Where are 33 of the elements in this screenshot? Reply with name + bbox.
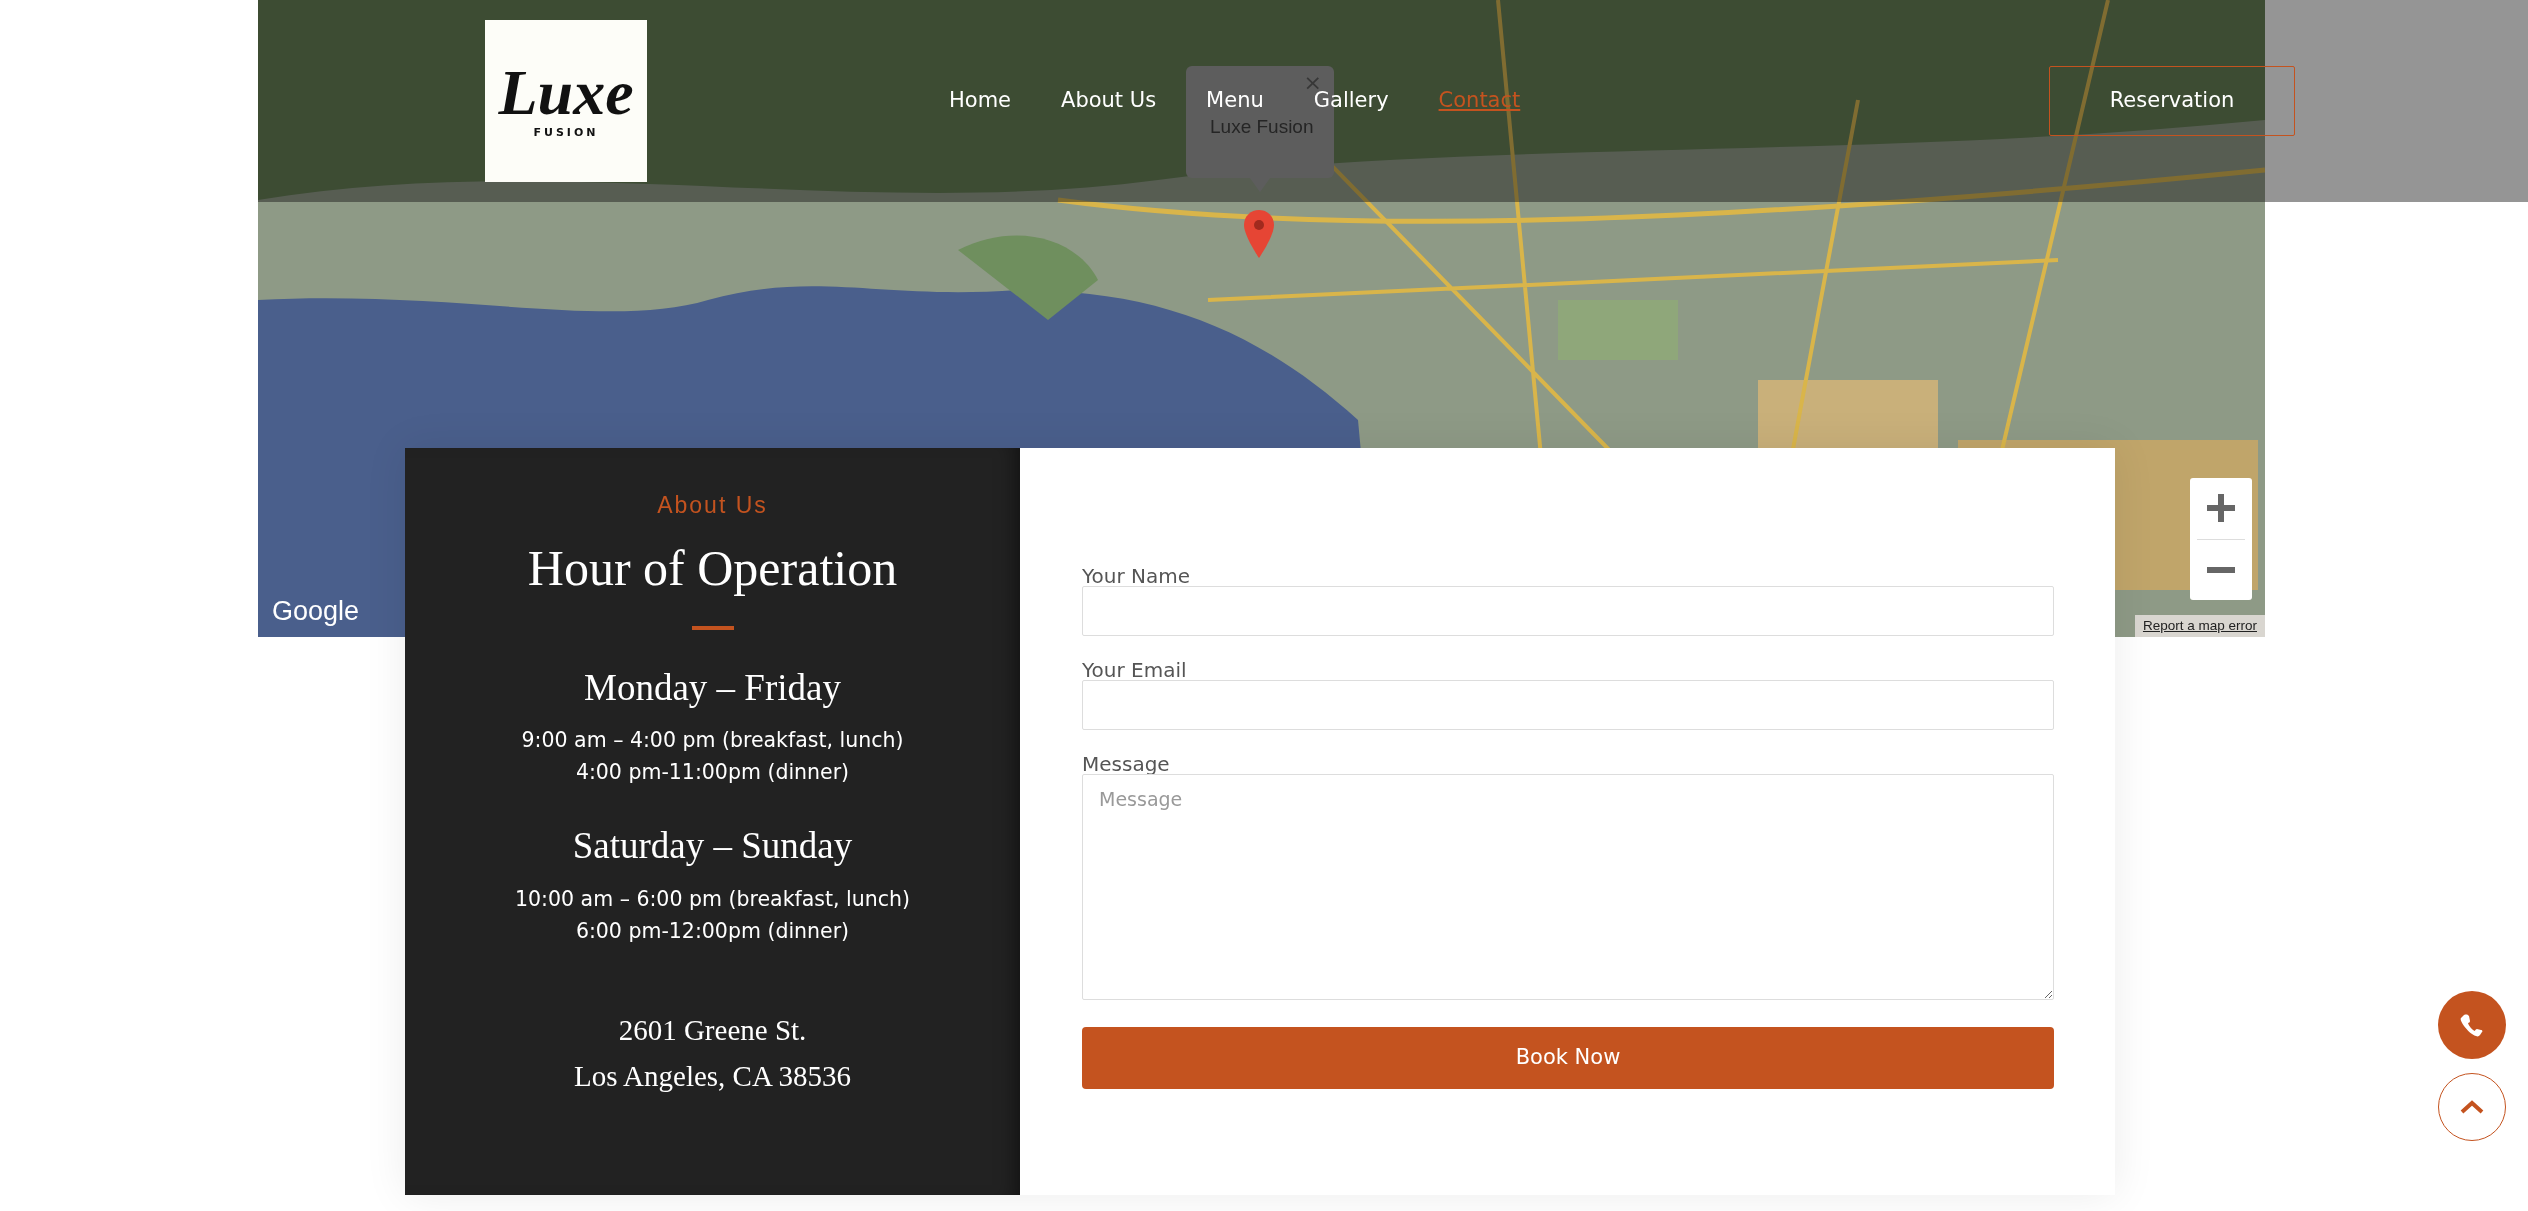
- nav-link-item[interactable]: About Us: [1061, 85, 1157, 117]
- hours-text: 4:00 pm-11:00pm (dinner): [574, 759, 851, 787]
- logo-subtitle: FUSION: [533, 124, 599, 141]
- input-field[interactable]: [1082, 586, 2054, 636]
- days-heading: Monday – Friday: [584, 667, 841, 709]
- section-eyebrow: About Us: [657, 491, 768, 520]
- field-label: Message: [1082, 754, 1171, 774]
- address-line: Los Angeles, CA 38536: [573, 1058, 852, 1094]
- book-button[interactable]: Book Now: [1082, 1027, 2054, 1089]
- popup-title: Luxe Fusion: [1210, 115, 1314, 139]
- field-label: Your Email: [1082, 660, 1188, 680]
- input-field[interactable]: [1082, 680, 2054, 730]
- nav-link-item[interactable]: Gallery: [1313, 85, 1389, 117]
- hours-text: 9:00 am – 4:00 pm (breakfast, lunch): [521, 727, 904, 755]
- field-label: Your Name: [1082, 566, 1192, 586]
- message-field[interactable]: Message: [1082, 774, 2054, 1000]
- minus-icon: [2207, 566, 2235, 573]
- report-link[interactable]: Report a map error: [2134, 615, 2265, 637]
- logo-script: Luxe: [498, 60, 634, 125]
- logo[interactable]: Luxe FUSION: [485, 20, 647, 182]
- address-line: 2601 Greene St.: [617, 1012, 808, 1048]
- nav-link-item[interactable]: Home: [949, 85, 1011, 117]
- section-title: Hour of Operation: [527, 540, 898, 596]
- hours-text: 10:00 am – 6:00 pm (breakfast, lunch): [515, 885, 910, 913]
- days-heading: Saturday – Sunday: [572, 826, 853, 867]
- map-attribution: Google: [272, 594, 360, 628]
- phone-icon: [2460, 1013, 2484, 1037]
- chevron-up-icon: [2460, 1100, 2484, 1114]
- map-pin-icon[interactable]: [1244, 210, 1274, 258]
- plus-icon: [2207, 494, 2235, 523]
- nav-link-item[interactable]: Menu: [1206, 85, 1264, 117]
- reservation-button[interactable]: Reservation: [2049, 66, 2295, 136]
- hours-text: 6:00 pm-12:00pm (dinner): [574, 917, 851, 945]
